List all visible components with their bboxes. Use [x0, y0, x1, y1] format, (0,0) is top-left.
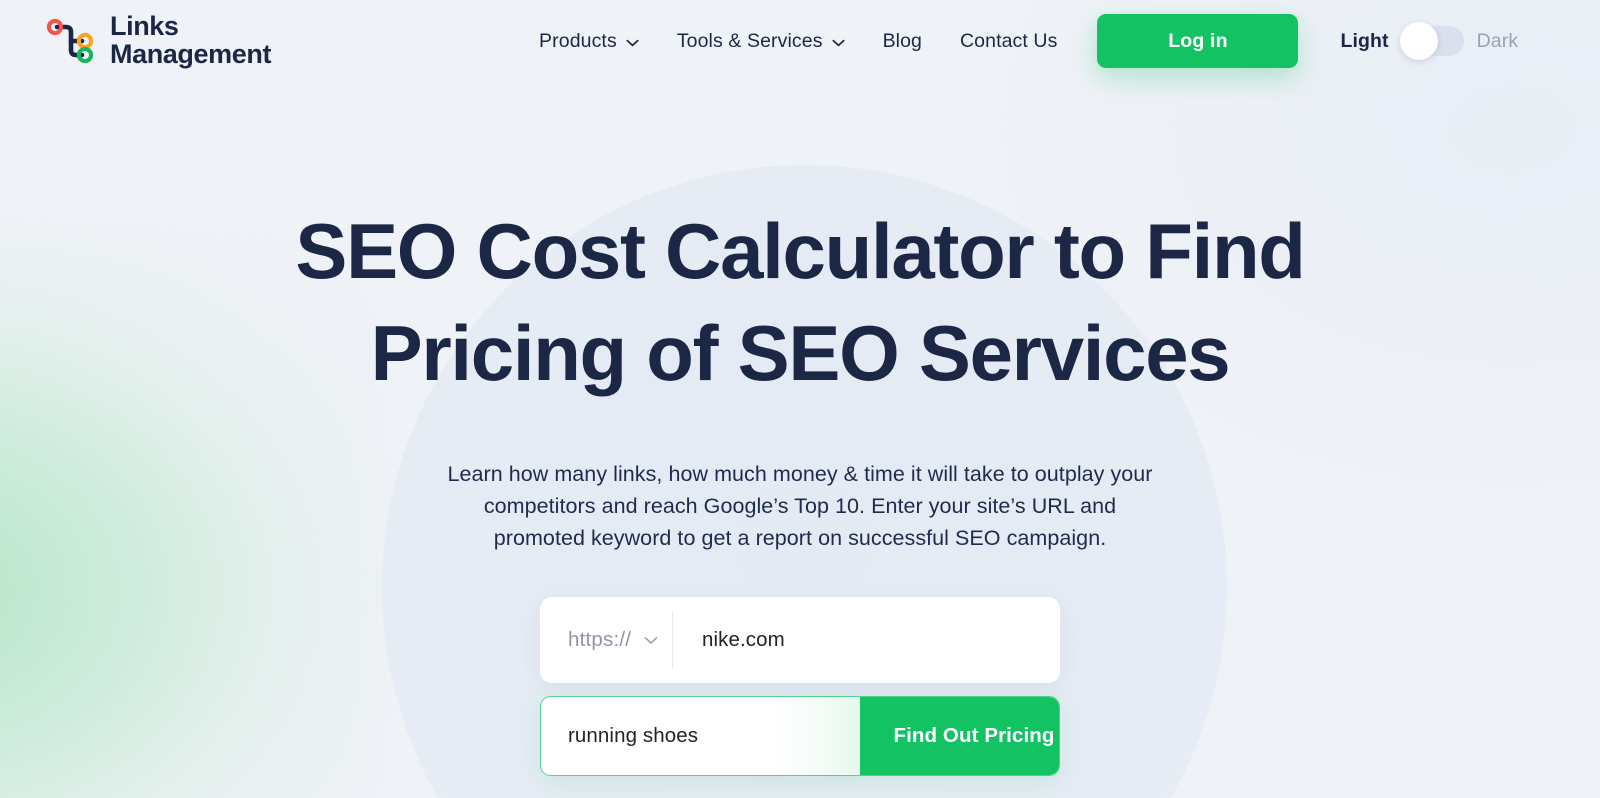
- nav-item-products[interactable]: Products: [539, 24, 639, 59]
- theme-toggle[interactable]: [1399, 22, 1464, 60]
- find-out-pricing-button[interactable]: Find Out Pricing: [860, 696, 1059, 775]
- theme-dark-label: Dark: [1476, 29, 1519, 52]
- chevron-down-icon: [832, 39, 845, 46]
- links-branch-icon: [46, 18, 94, 64]
- theme-switch: Light Dark: [1340, 22, 1519, 60]
- protocol-select[interactable]: https://: [540, 597, 673, 683]
- page-root: Links Management Products Tools & Service…: [0, 0, 1600, 798]
- hero-section: SEO Cost Calculator to Find Pricing of S…: [0, 82, 1600, 776]
- nav-item-blog[interactable]: Blog: [883, 24, 922, 59]
- brand-logo[interactable]: Links Management: [44, 11, 272, 69]
- website-url-input[interactable]: [673, 596, 1060, 683]
- chevron-down-icon: [626, 39, 639, 46]
- brand-name-line-2: Management: [110, 39, 272, 69]
- keyword-input-row: Find Out Pricing: [540, 695, 1060, 776]
- login-button[interactable]: Log in: [1097, 14, 1299, 68]
- page-title: SEO Cost Calculator to Find Pricing of S…: [295, 207, 1306, 398]
- theme-toggle-knob: [1399, 22, 1438, 60]
- brand-name: Links Management: [110, 11, 272, 69]
- chevron-down-icon: [644, 637, 658, 645]
- seo-calculator-form: https:// Find Out Pricing: [540, 596, 1060, 776]
- nav-item-contact-us[interactable]: Contact Us: [960, 24, 1057, 59]
- keyword-input[interactable]: [541, 696, 860, 775]
- nav-item-label: Tools & Services: [676, 29, 823, 52]
- theme-light-label: Light: [1340, 29, 1389, 52]
- protocol-select-value: https://: [568, 627, 632, 651]
- nav-item-tools-and-services[interactable]: Tools & Services: [677, 24, 845, 59]
- hero-subtitle: Learn how many links, how much money & t…: [447, 462, 1153, 550]
- nav-item-label: Products: [539, 29, 617, 52]
- nav-item-label: Contact Us: [960, 29, 1058, 52]
- url-input-row: https://: [540, 596, 1060, 683]
- brand-name-line-1: Links: [110, 11, 179, 42]
- main-navigation: Products Tools & Services Blog Contact U…: [539, 24, 1057, 59]
- site-header: Links Management Products Tools & Service…: [0, 0, 1600, 82]
- nav-item-label: Blog: [882, 29, 922, 52]
